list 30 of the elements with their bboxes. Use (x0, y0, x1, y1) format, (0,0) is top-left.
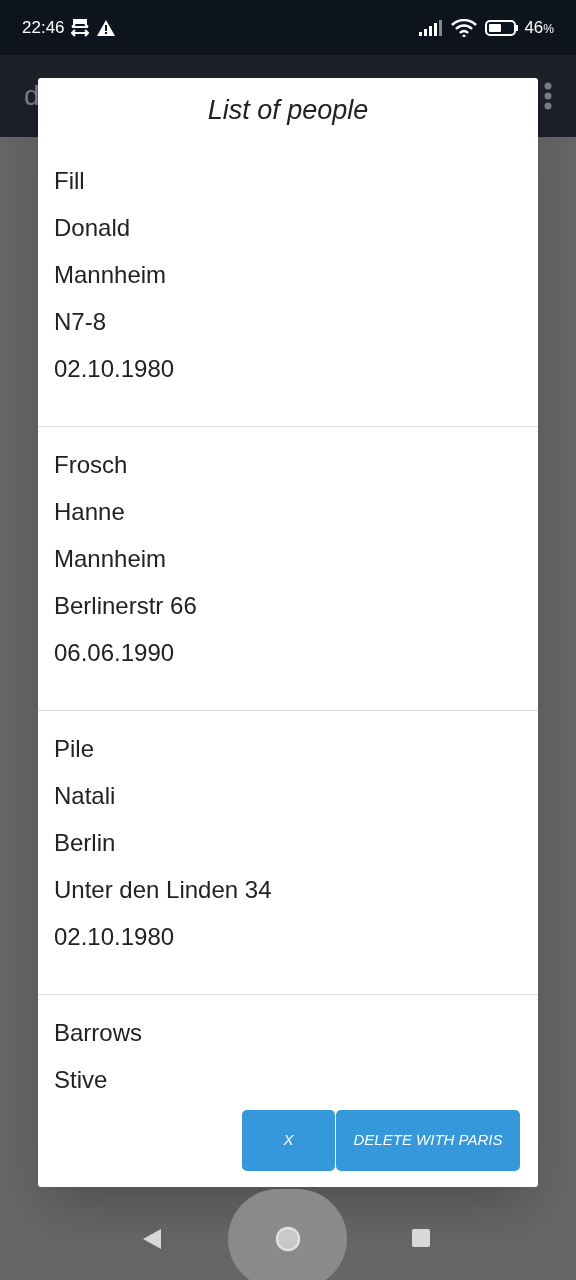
person-detail: Unter den Linden 34 (54, 874, 272, 905)
person-detail: Natali (54, 780, 116, 811)
person-detail: Berlinerstr 66 (54, 590, 197, 621)
person-detail: Stive (54, 1064, 108, 1095)
person-detail: Mannheim (54, 259, 167, 290)
back-icon[interactable] (143, 1229, 161, 1249)
person-detail: 02.10.1980 (54, 921, 175, 952)
person-detail: Hanne (54, 496, 125, 527)
battery-icon (485, 19, 520, 36)
home-icon (274, 1226, 301, 1252)
ftp-transfer-icon (70, 18, 89, 37)
person-detail: Donald (54, 212, 131, 243)
person-detail: N7-8 (54, 306, 107, 337)
status-time: 22:46 (22, 16, 65, 39)
close-button[interactable]: X (242, 1110, 335, 1171)
person-detail: 06.06.1990 (54, 637, 175, 668)
person-detail: Pile (54, 733, 95, 764)
person-detail: 02.10.1980 (54, 353, 175, 384)
person-detail: Fill (54, 165, 85, 196)
app-title: d (24, 79, 40, 113)
person-detail: Frosch (54, 449, 128, 480)
person-detail: Mannheim (54, 543, 167, 574)
delete-button[interactable]: DELETE WITH PARIS (336, 1110, 520, 1171)
person-detail: Barrows (54, 1017, 143, 1048)
more-icon[interactable] (544, 82, 552, 110)
dialog-title: List of people (207, 94, 369, 128)
person-detail: Berlin (54, 827, 116, 858)
wifi-icon (451, 18, 478, 37)
warning-icon (96, 19, 115, 36)
battery-percent: 46% (524, 16, 554, 39)
